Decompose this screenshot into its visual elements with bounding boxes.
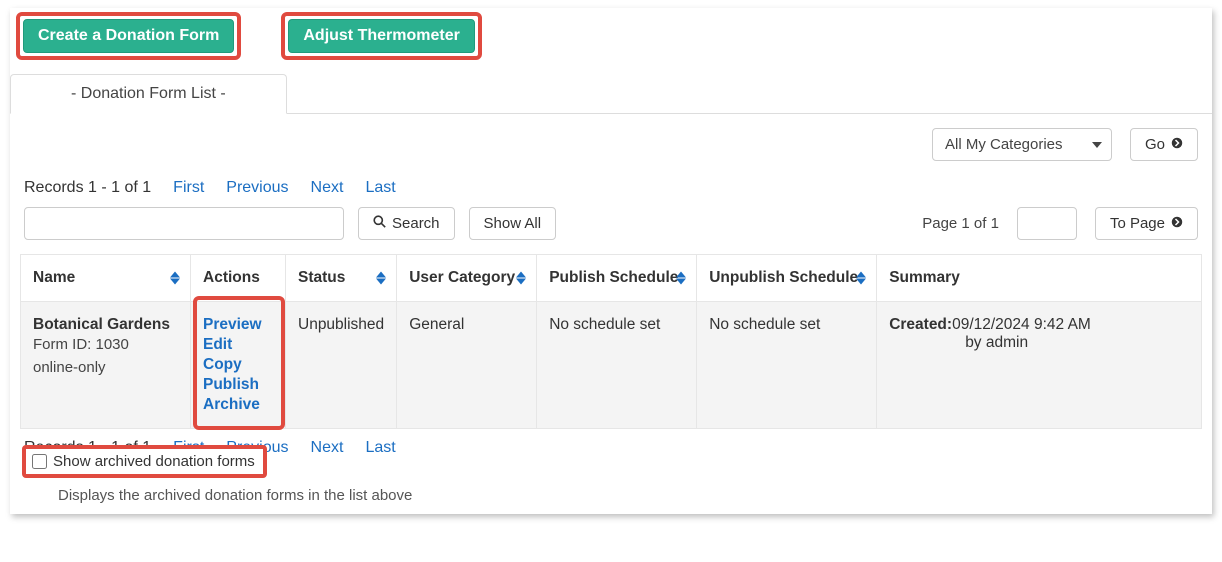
pager-previous[interactable]: Previous	[226, 179, 288, 197]
tab-donation-form-list[interactable]: - Donation Form List -	[10, 74, 287, 114]
cell-unpublish-schedule: No schedule set	[697, 302, 877, 429]
page-info: Page 1 of 1	[922, 215, 999, 232]
create-donation-form-button[interactable]: Create a Donation Form	[23, 19, 234, 53]
form-name: Botanical Gardens	[33, 316, 178, 334]
sort-icon	[376, 272, 386, 285]
sort-icon	[516, 272, 526, 285]
highlight-show-archived: Show archived donation forms	[22, 445, 267, 478]
arrow-right-icon	[1171, 136, 1183, 153]
action-preview[interactable]: Preview	[203, 316, 273, 334]
col-actions: Actions	[191, 255, 286, 302]
go-button[interactable]: Go	[1130, 128, 1198, 161]
cell-summary: Created:09/12/2024 9:42 AM by admin	[877, 302, 1202, 429]
to-page-button[interactable]: To Page	[1095, 207, 1198, 240]
col-user-category[interactable]: User Category	[397, 255, 537, 302]
sort-icon	[170, 272, 180, 285]
highlight-create-form: Create a Donation Form	[16, 12, 241, 60]
arrow-right-icon	[1171, 215, 1183, 232]
donation-forms-table: Name Actions Status User Category Publis…	[20, 254, 1202, 429]
search-icon	[373, 215, 386, 232]
show-archived-helper: Displays the archived donation forms in …	[24, 487, 1198, 504]
pager-last[interactable]: Last	[365, 179, 395, 197]
category-select[interactable]: All My Categories	[932, 128, 1112, 161]
action-edit[interactable]: Edit	[203, 336, 273, 354]
col-publish-schedule[interactable]: Publish Schedule	[537, 255, 697, 302]
col-unpublish-schedule[interactable]: Unpublish Schedule	[697, 255, 877, 302]
search-input[interactable]	[24, 207, 344, 240]
col-name[interactable]: Name	[21, 255, 191, 302]
pager-first[interactable]: First	[173, 179, 204, 197]
action-archive[interactable]: Archive	[203, 396, 273, 414]
pager-next-bottom[interactable]: Next	[311, 439, 344, 457]
page-number-input[interactable]	[1017, 207, 1077, 240]
adjust-thermometer-button[interactable]: Adjust Thermometer	[288, 19, 474, 53]
form-online: online-only	[33, 357, 178, 380]
search-button-label: Search	[392, 215, 440, 232]
cell-publish-schedule: No schedule set	[537, 302, 697, 429]
highlight-adjust-thermometer: Adjust Thermometer	[281, 12, 481, 60]
cell-status: Unpublished	[286, 302, 397, 429]
show-all-button[interactable]: Show All	[469, 207, 557, 240]
show-archived-checkbox[interactable]	[32, 454, 47, 469]
search-button[interactable]: Search	[358, 207, 455, 240]
pager-next[interactable]: Next	[311, 179, 344, 197]
action-publish[interactable]: Publish	[203, 376, 273, 394]
show-archived-label: Show archived donation forms	[53, 453, 255, 470]
col-status[interactable]: Status	[286, 255, 397, 302]
sort-icon	[676, 272, 686, 285]
form-id: Form ID: 1030	[33, 334, 178, 357]
to-page-button-label: To Page	[1110, 215, 1165, 232]
col-summary: Summary	[877, 255, 1202, 302]
records-count: Records 1 - 1 of 1	[24, 179, 151, 197]
action-copy[interactable]: Copy	[203, 356, 273, 374]
sort-icon	[856, 272, 866, 285]
cell-user-category: General	[397, 302, 537, 429]
go-button-label: Go	[1145, 136, 1165, 153]
table-row: Botanical Gardens Form ID: 1030 online-o…	[21, 302, 1202, 429]
pager-last-bottom[interactable]: Last	[365, 439, 395, 457]
